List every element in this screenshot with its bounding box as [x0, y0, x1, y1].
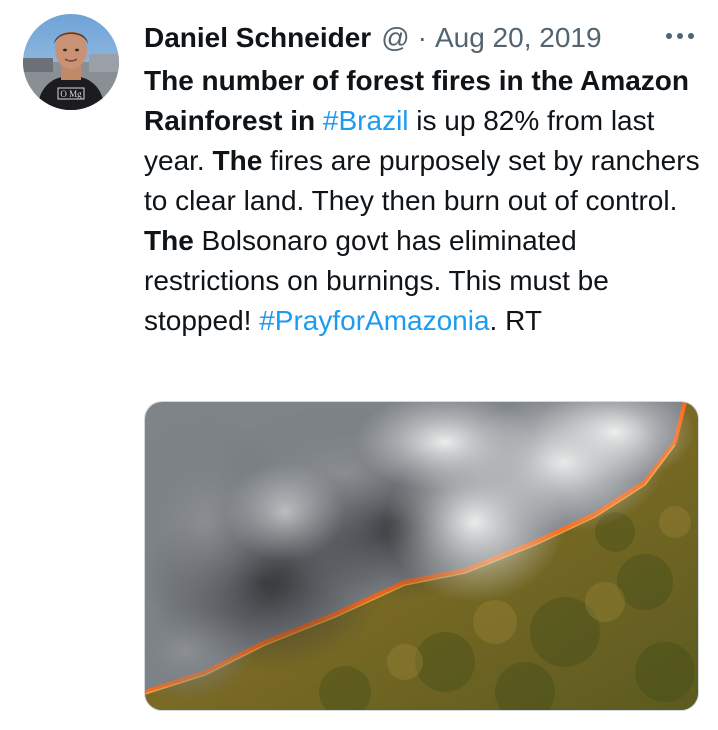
avatar[interactable]: O Mg: [23, 14, 119, 110]
tweet-header: Daniel Schneider @ · Aug 20, 2019: [144, 18, 602, 58]
tweet-text-bold: The: [212, 145, 263, 176]
forest-fire-photo: [145, 402, 698, 710]
author-handle[interactable]: @: [381, 22, 409, 54]
avatar-image: O Mg: [23, 14, 119, 110]
tweet-text: The number of forest fires in the Amazon…: [144, 61, 700, 341]
tweet-media-image[interactable]: [144, 401, 699, 711]
hashtag-brazil[interactable]: #Brazil: [323, 105, 409, 136]
avatar-shirt-text: O Mg: [60, 89, 82, 99]
more-options-button[interactable]: [662, 20, 698, 52]
tweet[interactable]: O Mg Daniel Schneider @ · Aug 20, 2019 T…: [0, 0, 718, 730]
tweet-text-bold: The: [144, 225, 194, 256]
more-horizontal-icon: [666, 33, 694, 39]
header-separator: ·: [417, 22, 427, 53]
tweet-text-part: . RT: [489, 305, 542, 336]
hashtag-prayforamazonia[interactable]: #PrayforAmazonia: [259, 305, 489, 336]
author-name[interactable]: Daniel Schneider: [144, 22, 371, 54]
tweet-date[interactable]: Aug 20, 2019: [435, 22, 602, 54]
